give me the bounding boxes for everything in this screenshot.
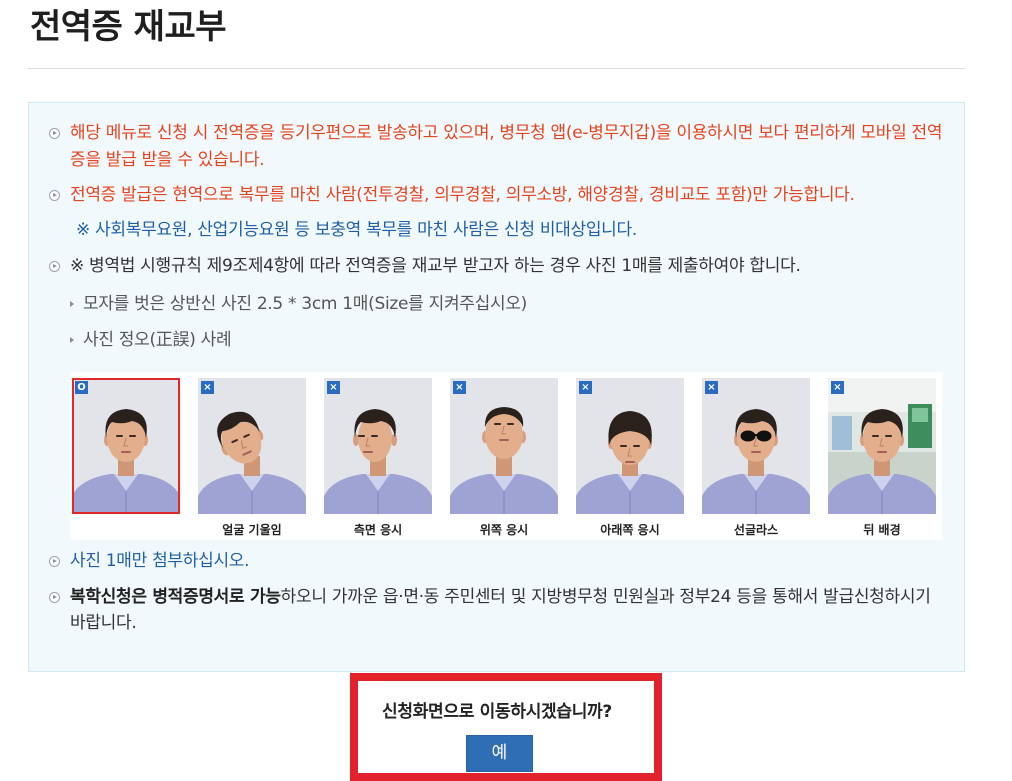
readmission-emphasis: 복학신청은 병적증명서로 가능 xyxy=(70,587,281,607)
photo-spec-size-text: 모자를 벗은 상반신 사진 2.5 * 3cm 1매(Size를 지켜주십시오) xyxy=(83,294,527,314)
portrait-illustration xyxy=(72,378,180,514)
portrait-illustration xyxy=(702,378,810,514)
photo-caption: 뒤 배경 xyxy=(863,523,901,537)
notice-panel: 해당 메뉴로 신청 시 전역증을 등기우편으로 발송하고 있으며, 병무청 앱(… xyxy=(28,102,965,672)
portrait-photo: × xyxy=(828,378,936,514)
photo-example-sunglasses: × 선글라스 xyxy=(702,372,810,540)
confirm-yes-button[interactable]: 예 xyxy=(466,735,533,772)
circle-arrow-icon xyxy=(49,190,60,201)
portrait-illustration xyxy=(324,378,432,514)
incorrect-badge-icon: × xyxy=(327,381,340,394)
photo-caption: 선글라스 xyxy=(733,523,779,537)
photo-caption: 측면 응시 xyxy=(353,523,403,537)
portrait-photo: × xyxy=(198,378,306,514)
ineligible-note-text: ※ 사회복무요원, 산업기능요원 등 보충역 복무를 마친 사람은 신청 비대상… xyxy=(76,220,637,240)
portrait-illustration xyxy=(198,378,306,514)
photo-caption: 위쪽 응시 xyxy=(479,523,529,537)
circle-arrow-icon xyxy=(49,261,60,272)
photo-examples-heading: 사진 정오(正誤) 사례 xyxy=(83,330,232,350)
confirm-dialog: 신청화면으로 이동하시겠습니까? 예 xyxy=(350,673,662,781)
attach-note-text: 사진 1매만 첨부하십시오. xyxy=(70,551,250,571)
photo-examples-strip: O × 얼굴 기울임 × 측면 응시 × 위쪽 응시 × 아래쪽 응시 × 선글라스 × 뒤 배경 xyxy=(70,372,942,540)
readmission-notice-text: 복학신청은 병적증명서로 가능하오니 가까운 읍·면·동 주민센터 및 지방병무… xyxy=(70,584,950,636)
portrait-photo: × xyxy=(450,378,558,514)
photo-example-downward-gaze: × 아래쪽 응시 xyxy=(576,372,684,540)
title-divider xyxy=(28,68,965,69)
photo-example-tilted-face: × 얼굴 기울임 xyxy=(198,372,306,540)
portrait-illustration xyxy=(828,378,936,514)
circle-arrow-icon xyxy=(49,128,60,139)
portrait-illustration xyxy=(450,378,558,514)
incorrect-badge-icon: × xyxy=(201,381,214,394)
chevron-right-icon xyxy=(70,301,74,307)
photo-caption: 아래쪽 응시 xyxy=(600,523,660,537)
correct-badge-icon: O xyxy=(75,381,88,394)
photo-requirement-text: ※ 병역법 시행규칙 제9조제4항에 따라 전역증을 재교부 받고자 하는 경우… xyxy=(70,256,801,276)
eligibility-text: 전역증 발급은 현역으로 복무를 마친 사람(전투경찰, 의무경찰, 의무소방,… xyxy=(70,185,855,205)
dialog-message: 신청화면으로 이동하시겠습니까? xyxy=(382,702,612,722)
mobile-notice-text: 해당 메뉴로 신청 시 전역증을 등기우편으로 발송하고 있으며, 병무청 앱(… xyxy=(70,123,943,170)
photo-example-busy-background: × 뒤 배경 xyxy=(828,372,936,540)
chevron-right-icon xyxy=(70,337,74,343)
portrait-photo: × xyxy=(576,378,684,514)
incorrect-badge-icon: × xyxy=(831,381,844,394)
incorrect-badge-icon: × xyxy=(453,381,466,394)
page: 전역증 재교부 해당 메뉴로 신청 시 전역증을 등기우편으로 발송하고 있으며… xyxy=(0,0,1012,781)
photo-example-upward-gaze: × 위쪽 응시 xyxy=(450,372,558,540)
photo-example-side-gaze: × 측면 응시 xyxy=(324,372,432,540)
circle-arrow-icon xyxy=(49,556,60,567)
incorrect-badge-icon: × xyxy=(579,381,592,394)
photo-caption xyxy=(72,522,180,538)
incorrect-badge-icon: × xyxy=(705,381,718,394)
portrait-photo: O xyxy=(72,378,180,514)
portrait-photo: × xyxy=(702,378,810,514)
photo-caption: 얼굴 기울임 xyxy=(222,523,282,537)
circle-arrow-icon xyxy=(49,592,60,603)
portrait-photo: × xyxy=(324,378,432,514)
portrait-illustration xyxy=(576,378,684,514)
photo-example-correct: O xyxy=(72,372,180,540)
page-title: 전역증 재교부 xyxy=(30,7,227,47)
